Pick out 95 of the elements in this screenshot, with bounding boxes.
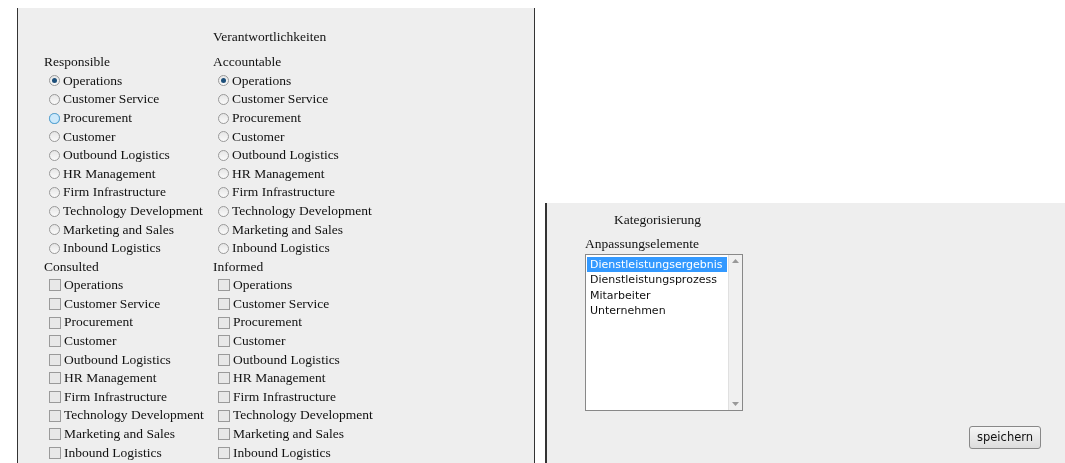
- radio-button[interactable]: [218, 224, 229, 236]
- checkbox[interactable]: [49, 372, 61, 385]
- checkbox[interactable]: [218, 353, 230, 366]
- option-label: Procurement: [233, 313, 302, 332]
- checkbox[interactable]: [218, 446, 230, 459]
- option-label: Outbound Logistics: [63, 146, 170, 165]
- option-label: Firm Infrastructure: [232, 183, 336, 202]
- option-label: Inbound Logistics: [232, 239, 330, 258]
- group-label: Informed: [213, 257, 265, 276]
- option-label: Firm Infrastructure: [63, 183, 167, 202]
- option-label: Technology Development: [233, 406, 373, 425]
- radio-button[interactable]: [49, 149, 60, 161]
- radio-button[interactable]: [49, 224, 60, 236]
- option-label: Customer: [63, 127, 116, 146]
- scroll-up-arrow-icon[interactable]: [732, 259, 739, 263]
- checkbox[interactable]: [218, 372, 230, 385]
- radio-button[interactable]: [49, 131, 60, 143]
- option-label: Inbound Logistics: [63, 239, 161, 258]
- checkbox[interactable]: [49, 298, 61, 310]
- radio-button[interactable]: [49, 168, 60, 180]
- radio-button[interactable]: [218, 75, 229, 87]
- option-label: Procurement: [63, 108, 132, 127]
- radio-button[interactable]: [49, 205, 60, 217]
- option-label: Firm Infrastructure: [233, 387, 337, 406]
- radio-button[interactable]: [218, 112, 229, 124]
- option-label: Operations: [63, 71, 123, 90]
- radio-button[interactable]: [49, 242, 60, 254]
- option-label: Marketing and Sales: [232, 220, 343, 239]
- checkbox[interactable]: [218, 316, 230, 329]
- checkbox[interactable]: [218, 298, 230, 310]
- section-title: Verantwortlichkeiten: [213, 28, 328, 46]
- section-title: Kategorisierung: [614, 211, 702, 229]
- option-label: Firm Infrastructure: [64, 387, 168, 406]
- option-label: HR Management: [233, 369, 326, 388]
- radio-button[interactable]: [218, 242, 229, 254]
- option-label: Operations: [64, 276, 124, 295]
- checkbox[interactable]: [218, 335, 230, 348]
- list-box[interactable]: Dienstleistungsergebnis Dienstleistungsprozess Mitarbeiter Unternehmen: [585, 254, 743, 411]
- field-label: Anpassungselemente: [585, 235, 700, 253]
- radio-button[interactable]: [218, 186, 229, 198]
- list-option[interactable]: Dienstleistungsprozess: [587, 272, 727, 288]
- checkbox[interactable]: [49, 353, 61, 366]
- option-label: Technology Development: [64, 406, 204, 425]
- option-label: Outbound Logistics: [64, 350, 171, 369]
- option-label: Customer Service: [233, 294, 330, 313]
- option-label: Outbound Logistics: [232, 146, 339, 165]
- checkbox[interactable]: [218, 279, 230, 292]
- option-label: Procurement: [232, 108, 301, 127]
- option-label: Marketing and Sales: [63, 220, 174, 239]
- option-label: Customer: [64, 332, 117, 351]
- list-option[interactable]: Unternehmen: [587, 302, 727, 319]
- option-label: Operations: [233, 276, 293, 295]
- scroll-down-arrow-icon[interactable]: [732, 402, 739, 406]
- group-label: Responsible: [44, 53, 111, 71]
- option-label: Marketing and Sales: [233, 425, 344, 444]
- option-label: Technology Development: [63, 201, 203, 220]
- scrollbar[interactable]: [728, 255, 742, 410]
- checkbox[interactable]: [49, 446, 61, 459]
- radio-button[interactable]: [49, 186, 60, 198]
- radio-button[interactable]: [218, 205, 229, 217]
- radio-button[interactable]: [218, 168, 229, 180]
- option-label: Inbound Logistics: [233, 443, 331, 462]
- radio-button[interactable]: [49, 94, 60, 105]
- option-label: Inbound Logistics: [64, 443, 162, 462]
- checkbox[interactable]: [49, 279, 61, 292]
- radio-button[interactable]: [218, 131, 229, 143]
- option-label: Procurement: [64, 313, 133, 332]
- radio-button[interactable]: [218, 94, 229, 105]
- option-label: Technology Development: [232, 201, 372, 220]
- option-label: Customer Service: [63, 90, 160, 109]
- option-label: Marketing and Sales: [64, 425, 175, 444]
- option-label: Customer: [233, 332, 286, 351]
- checkbox[interactable]: [49, 409, 61, 422]
- group-label: Accountable: [213, 53, 283, 71]
- option-label: Operations: [232, 71, 292, 90]
- group-label: Consulted: [44, 257, 100, 276]
- radio-button[interactable]: [49, 75, 60, 87]
- checkbox[interactable]: [49, 316, 61, 329]
- checkbox[interactable]: [49, 428, 61, 441]
- checkbox[interactable]: [49, 391, 61, 403]
- option-label: Customer Service: [232, 90, 329, 109]
- option-label: HR Management: [232, 164, 325, 183]
- checkbox[interactable]: [218, 409, 230, 422]
- option-label: Customer: [232, 127, 285, 146]
- radio-button[interactable]: [49, 112, 60, 124]
- option-label: Customer Service: [64, 294, 161, 313]
- checkbox[interactable]: [218, 428, 230, 441]
- option-label: HR Management: [63, 164, 156, 183]
- radio-button[interactable]: [218, 149, 229, 161]
- save-button[interactable]: speichern: [969, 426, 1042, 450]
- checkbox[interactable]: [218, 391, 230, 403]
- list-option[interactable]: Mitarbeiter: [587, 287, 727, 303]
- option-label: HR Management: [64, 369, 157, 388]
- option-label: Outbound Logistics: [233, 350, 340, 369]
- checkbox[interactable]: [49, 335, 61, 348]
